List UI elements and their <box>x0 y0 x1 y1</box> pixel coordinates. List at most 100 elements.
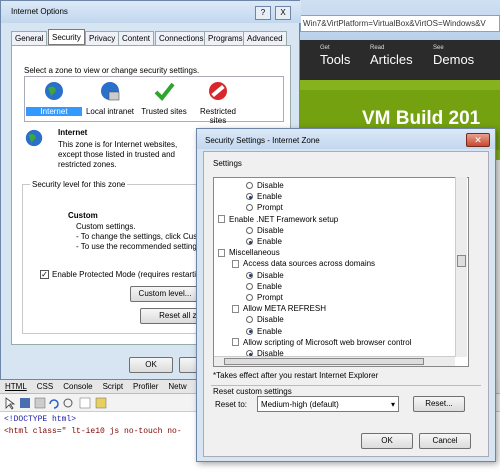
tab-connections[interactable]: Connections <box>155 31 208 45</box>
tab-content[interactable]: Content <box>118 31 155 45</box>
reset-level-select[interactable]: Medium-high (default) ▾ <box>257 396 399 412</box>
custom-level-button[interactable]: Custom level... <box>130 286 200 302</box>
security-level-label: Security level for this zone <box>30 180 128 189</box>
radio-checked-icon <box>246 193 253 201</box>
radio-checked-icon <box>246 238 253 245</box>
setting-option[interactable]: Disable <box>246 314 284 325</box>
devtools-tab-network[interactable]: Netw <box>168 382 186 391</box>
select-element-icon <box>5 397 16 410</box>
radio-unchecked-icon <box>246 182 253 189</box>
ss-cancel-button[interactable]: Cancel <box>419 433 471 449</box>
chevron-down-icon: ▾ <box>390 400 395 409</box>
dom-html-text: <html class=" lt-ie10 js no-touch no- <box>4 427 182 436</box>
devtools-tab-script[interactable]: Script <box>103 382 123 391</box>
page-headline: VM Build 201 <box>362 108 481 129</box>
reset-level-value: Medium-high (default) <box>261 400 339 409</box>
dom-doctype-text: <!DOCTYPE html> <box>4 415 77 424</box>
custom-line-3: - To use the recommended settings <box>76 242 201 251</box>
setting-option[interactable]: Disable <box>246 270 284 281</box>
hscroll-thumb[interactable] <box>224 358 424 365</box>
zone-local-intranet-label: Local intranet <box>85 107 135 116</box>
tab-security[interactable]: Security <box>48 29 85 45</box>
setting-heading: Allow META REFRESH <box>232 303 326 314</box>
document-icon <box>232 304 239 313</box>
document-icon <box>232 338 239 347</box>
setting-label: Enable <box>257 237 282 246</box>
zone-prompt: Select a zone to view or change security… <box>24 66 200 75</box>
setting-option[interactable]: Enable <box>246 236 282 247</box>
ss-ok-button[interactable]: OK <box>361 433 413 449</box>
security-settings-titlebar[interactable]: Security Settings - Internet Zone <box>197 129 495 149</box>
nav-demos[interactable]: See Demos <box>433 45 474 67</box>
help-button[interactable]: ? <box>255 6 271 20</box>
edit-icon <box>79 397 91 409</box>
setting-label: Prompt <box>257 293 283 302</box>
setting-heading: Miscellaneous <box>218 247 280 258</box>
settings-list[interactable]: Disable Enable Prompt Enable .NET Framework… <box>213 177 469 367</box>
radio-unchecked-icon <box>246 294 253 301</box>
settings-horizontal-scrollbar[interactable] <box>214 356 455 366</box>
reset-group-label: Reset custom settings <box>213 387 292 396</box>
dom-line-doctype[interactable]: <!DOCTYPE html> <box>4 415 76 424</box>
security-settings-title: Security Settings - Internet Zone <box>205 136 320 145</box>
reset-to-label: Reset to: <box>215 400 248 409</box>
globe-icon <box>45 82 63 100</box>
settings-group-icon <box>218 215 225 224</box>
setting-option[interactable]: Enable <box>246 191 282 202</box>
setting-option[interactable]: Enable <box>246 281 282 292</box>
dom-line-html[interactable]: <html class=" lt-ie10 js no-touch no- <box>4 427 182 436</box>
nav-tools-label: Tools <box>320 52 351 67</box>
io-ok-button[interactable]: OK <box>129 357 173 373</box>
setting-label: Miscellaneous <box>229 248 280 258</box>
setting-option[interactable]: Disable <box>246 225 284 236</box>
zone-description: This zone is for Internet websites, exce… <box>58 140 178 169</box>
zone-internet[interactable]: Internet <box>26 80 82 116</box>
nav-tools[interactable]: Get Tools <box>320 45 350 67</box>
restricted-icon <box>209 82 227 100</box>
word-wrap-icon <box>95 397 107 409</box>
zone-restricted-sites[interactable]: Restricted sites <box>190 80 246 125</box>
nav-articles[interactable]: Read Articles <box>370 45 413 67</box>
setting-label: Allow scripting of Microsoft web browser… <box>243 337 412 347</box>
nav-tools-small: Get <box>320 45 330 51</box>
refresh-icon <box>49 399 59 409</box>
tab-privacy[interactable]: Privacy <box>85 31 120 45</box>
internet-options-title: Internet Options <box>11 7 68 16</box>
tab-programs[interactable]: Programs <box>204 31 247 45</box>
zone-local-intranet[interactable]: Local intranet <box>82 80 138 116</box>
devtools-tab-html[interactable]: HTML <box>5 382 27 391</box>
setting-heading: Enable .NET Framework setup <box>218 214 338 225</box>
intranet-icon <box>101 82 120 101</box>
copy-icon <box>34 397 46 409</box>
find-icon <box>63 398 73 408</box>
setting-label: Prompt <box>257 203 283 213</box>
setting-option[interactable]: Prompt <box>246 202 283 213</box>
protected-mode-checkbox[interactable]: ✓ Enable Protected Mode (requires restar… <box>40 270 205 279</box>
close-button[interactable]: X <box>275 6 291 20</box>
protected-mode-label: Enable Protected Mode (requires restarti… <box>52 270 205 279</box>
address-bar[interactable]: Win7&VirtPlatform=VirtualBox&VirtOS=Wind… <box>300 15 500 32</box>
dialog-close-button[interactable]: ✕ <box>466 133 490 147</box>
setting-option[interactable]: Prompt <box>246 292 283 303</box>
reset-button[interactable]: Reset... <box>413 396 465 412</box>
radio-checked-icon <box>246 327 253 335</box>
devtools-toolbar-icons[interactable] <box>0 394 110 412</box>
radio-unchecked-icon <box>246 204 253 212</box>
devtools-tab-css[interactable]: CSS <box>37 382 53 391</box>
setting-heading: Allow scripting of Microsoft web browser… <box>232 337 412 348</box>
tab-advanced[interactable]: Advanced <box>243 31 287 45</box>
zone-trusted-sites[interactable]: Trusted sites <box>136 80 192 116</box>
radio-unchecked-icon <box>246 282 253 290</box>
devtools-tab-profiler[interactable]: Profiler <box>133 382 158 391</box>
nav-articles-label: Articles <box>370 52 413 67</box>
setting-heading: Access data sources across domains <box>232 258 375 269</box>
options-tabs: General Security Privacy Content Connect… <box>11 29 291 45</box>
tab-general[interactable]: General <box>11 31 48 45</box>
devtools-tab-console[interactable]: Console <box>63 382 92 391</box>
settings-vertical-scrollbar[interactable] <box>455 177 467 357</box>
nav-demos-label: Demos <box>433 52 475 67</box>
setting-option[interactable]: Enable <box>246 326 282 337</box>
setting-option[interactable]: Disable <box>246 180 284 191</box>
scroll-thumb[interactable] <box>457 255 466 267</box>
checkmark-icon <box>154 82 175 102</box>
